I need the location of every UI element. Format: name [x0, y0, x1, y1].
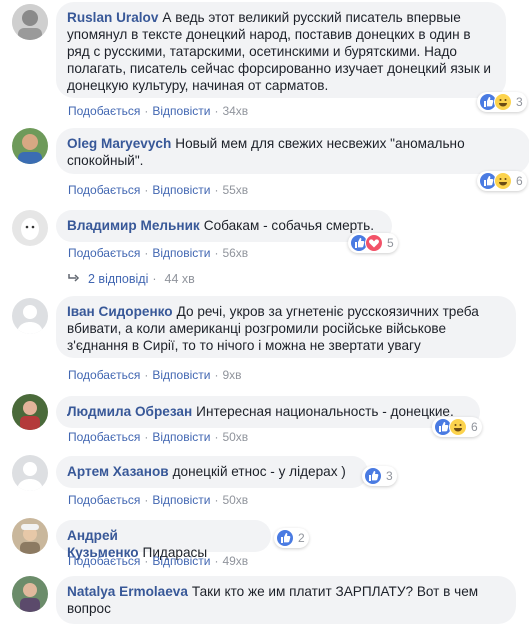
comment-text: Собакам - собачья смерть.	[203, 218, 374, 233]
haha-icon	[449, 418, 467, 436]
comment-bubble: Владимир Мельник Собакам - собачья смерть…	[56, 210, 392, 242]
comment-bubble: Людмила Обрезан Интересная национальность…	[56, 396, 480, 428]
comment-text: Интересная национальность - донецкие.	[196, 404, 454, 419]
comment-time[interactable]: 50хв	[222, 430, 248, 444]
comment-actions: Подобається · Відповісти · 49хв	[68, 554, 249, 568]
comment-text: донецкій етнос - у лідерах )	[172, 464, 346, 479]
avatar-image	[12, 455, 48, 491]
comment-actions: Подобається · Відповісти · 34хв	[68, 104, 249, 118]
comment-time[interactable]: 55хв	[222, 183, 248, 197]
reply-button[interactable]: Відповісти	[152, 104, 210, 118]
like-icon	[364, 467, 382, 485]
reply-button[interactable]: Відповісти	[152, 183, 210, 197]
comment-bubble: Андрей Кузьменко Пидарасы	[56, 520, 271, 560]
avatar[interactable]	[12, 518, 48, 554]
comment-author[interactable]: Владимир Мельник	[67, 218, 200, 233]
avatar-image	[12, 128, 48, 164]
comment-bubble: Іван Сидоренко До речі, укров за угнетені…	[56, 296, 516, 358]
reactions-badge[interactable]: 5	[348, 233, 398, 253]
reaction-count: 6	[471, 420, 478, 434]
reaction-count: 6	[516, 174, 523, 188]
avatar-image	[12, 518, 48, 554]
avatar[interactable]	[12, 4, 48, 40]
reaction-count: 3	[516, 95, 523, 109]
reaction-count: 2	[298, 531, 305, 545]
reactions-badge[interactable]: 2	[274, 528, 309, 548]
haha-icon	[494, 172, 512, 190]
reply-button[interactable]: Відповісти	[152, 246, 210, 260]
replies-time: 44 хв	[164, 272, 195, 286]
avatar-image	[12, 394, 48, 430]
like-button[interactable]: Подобається	[68, 554, 140, 568]
like-button[interactable]: Подобається	[68, 368, 140, 382]
comment-actions: Подобається · Відповісти · 50хв	[68, 430, 249, 444]
like-button[interactable]: Подобається	[68, 104, 140, 118]
like-button[interactable]: Подобається	[68, 493, 140, 507]
comment-bubble: Natalya Ermolaeva Таки кто же им платит З…	[56, 576, 516, 624]
comment-author[interactable]: Іван Сидоренко	[67, 304, 173, 319]
comment-actions: Подобається · Відповісти · 50хв	[68, 493, 249, 507]
like-button[interactable]: Подобається	[68, 430, 140, 444]
comment-time[interactable]: 50хв	[222, 493, 248, 507]
avatar[interactable]	[12, 128, 48, 164]
avatar-image	[12, 298, 48, 334]
avatar-image	[12, 210, 48, 246]
reactions-badge[interactable]: 3	[362, 466, 397, 486]
comment-actions: Подобається · Відповісти · 55хв	[68, 183, 249, 197]
comment-author[interactable]: Ruslan Uralov	[67, 10, 158, 25]
avatar[interactable]	[12, 298, 48, 334]
reactions-badge[interactable]: 3	[477, 92, 527, 112]
comment-time[interactable]: 49хв	[222, 554, 248, 568]
reply-button[interactable]: Відповісти	[152, 554, 210, 568]
love-icon	[365, 234, 383, 252]
avatar-image	[12, 4, 48, 40]
reactions-badge[interactable]: 6	[477, 171, 527, 191]
comment-author[interactable]: Артем Хазанов	[67, 464, 169, 479]
comments-feed: Ruslan Uralov А ведь этот великий русский…	[0, 0, 529, 624]
haha-icon	[494, 93, 512, 111]
replies-count[interactable]: 2 відповіді	[88, 272, 148, 286]
avatar[interactable]	[12, 210, 48, 246]
comment-actions: Подобається · Відповісти · 9хв	[68, 368, 242, 382]
avatar-image	[12, 576, 48, 612]
comment-author[interactable]: Oleg Maryevych	[67, 136, 171, 151]
avatar[interactable]	[12, 576, 48, 612]
replies-link[interactable]: 2 відповіді · 44 хв	[68, 272, 195, 286]
comment-actions: Подобається · Відповісти · 56хв	[68, 246, 249, 260]
like-icon	[276, 529, 294, 547]
reaction-count: 5	[387, 236, 394, 250]
reply-button[interactable]: Відповісти	[152, 493, 210, 507]
avatar[interactable]	[12, 394, 48, 430]
comment-author[interactable]: Natalya Ermolaeva	[67, 584, 188, 599]
comment-author[interactable]: Людмила Обрезан	[67, 404, 192, 419]
comment-bubble: Ruslan Uralov А ведь этот великий русский…	[56, 2, 506, 98]
comment-time[interactable]: 34хв	[222, 104, 248, 118]
comment-bubble: Артем Хазанов донецкій етнос - у лідерах …	[56, 456, 368, 488]
comment-time[interactable]: 56хв	[222, 246, 248, 260]
like-button[interactable]: Подобається	[68, 246, 140, 260]
like-button[interactable]: Подобається	[68, 183, 140, 197]
reaction-count: 3	[386, 469, 393, 483]
reactions-badge[interactable]: 6	[432, 417, 482, 437]
reply-button[interactable]: Відповісти	[152, 430, 210, 444]
comment-bubble: Oleg Maryevych Новый мем для свежих несве…	[56, 128, 529, 174]
comment-time[interactable]: 9хв	[222, 368, 241, 382]
reply-button[interactable]: Відповісти	[152, 368, 210, 382]
reply-arrow-icon	[68, 272, 80, 286]
avatar[interactable]	[12, 455, 48, 491]
